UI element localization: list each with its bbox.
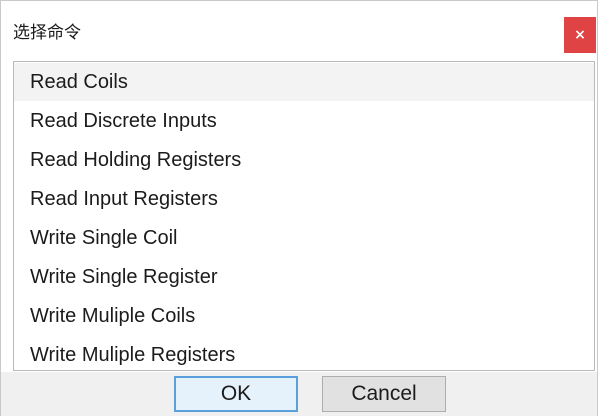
command-list[interactable]: Read Coils Read Discrete Inputs Read Hol… [13,61,595,371]
list-item-read-holding-registers[interactable]: Read Holding Registers [14,141,594,179]
title-bar[interactable]: 选择命令 × [1,1,597,61]
list-item-write-single-coil[interactable]: Write Single Coil [14,219,594,257]
close-button[interactable]: × [564,17,596,53]
list-item-write-multiple-registers[interactable]: Write Muliple Registers [14,336,594,370]
ok-button[interactable]: OK [174,376,298,412]
close-icon: × [574,27,586,43]
list-item-read-input-registers[interactable]: Read Input Registers [14,180,594,218]
cancel-button[interactable]: Cancel [322,376,446,412]
list-item-write-single-register[interactable]: Write Single Register [14,258,594,296]
dialog-title: 选择命令 [13,23,81,43]
select-command-dialog: 选择命令 × Read Coils Read Discrete Inputs R… [0,0,598,416]
list-item-write-multiple-coils[interactable]: Write Muliple Coils [14,297,594,335]
button-bar: OK Cancel [1,372,597,416]
list-item-read-coils[interactable]: Read Coils [14,63,594,101]
list-item-read-discrete-inputs[interactable]: Read Discrete Inputs [14,102,594,140]
